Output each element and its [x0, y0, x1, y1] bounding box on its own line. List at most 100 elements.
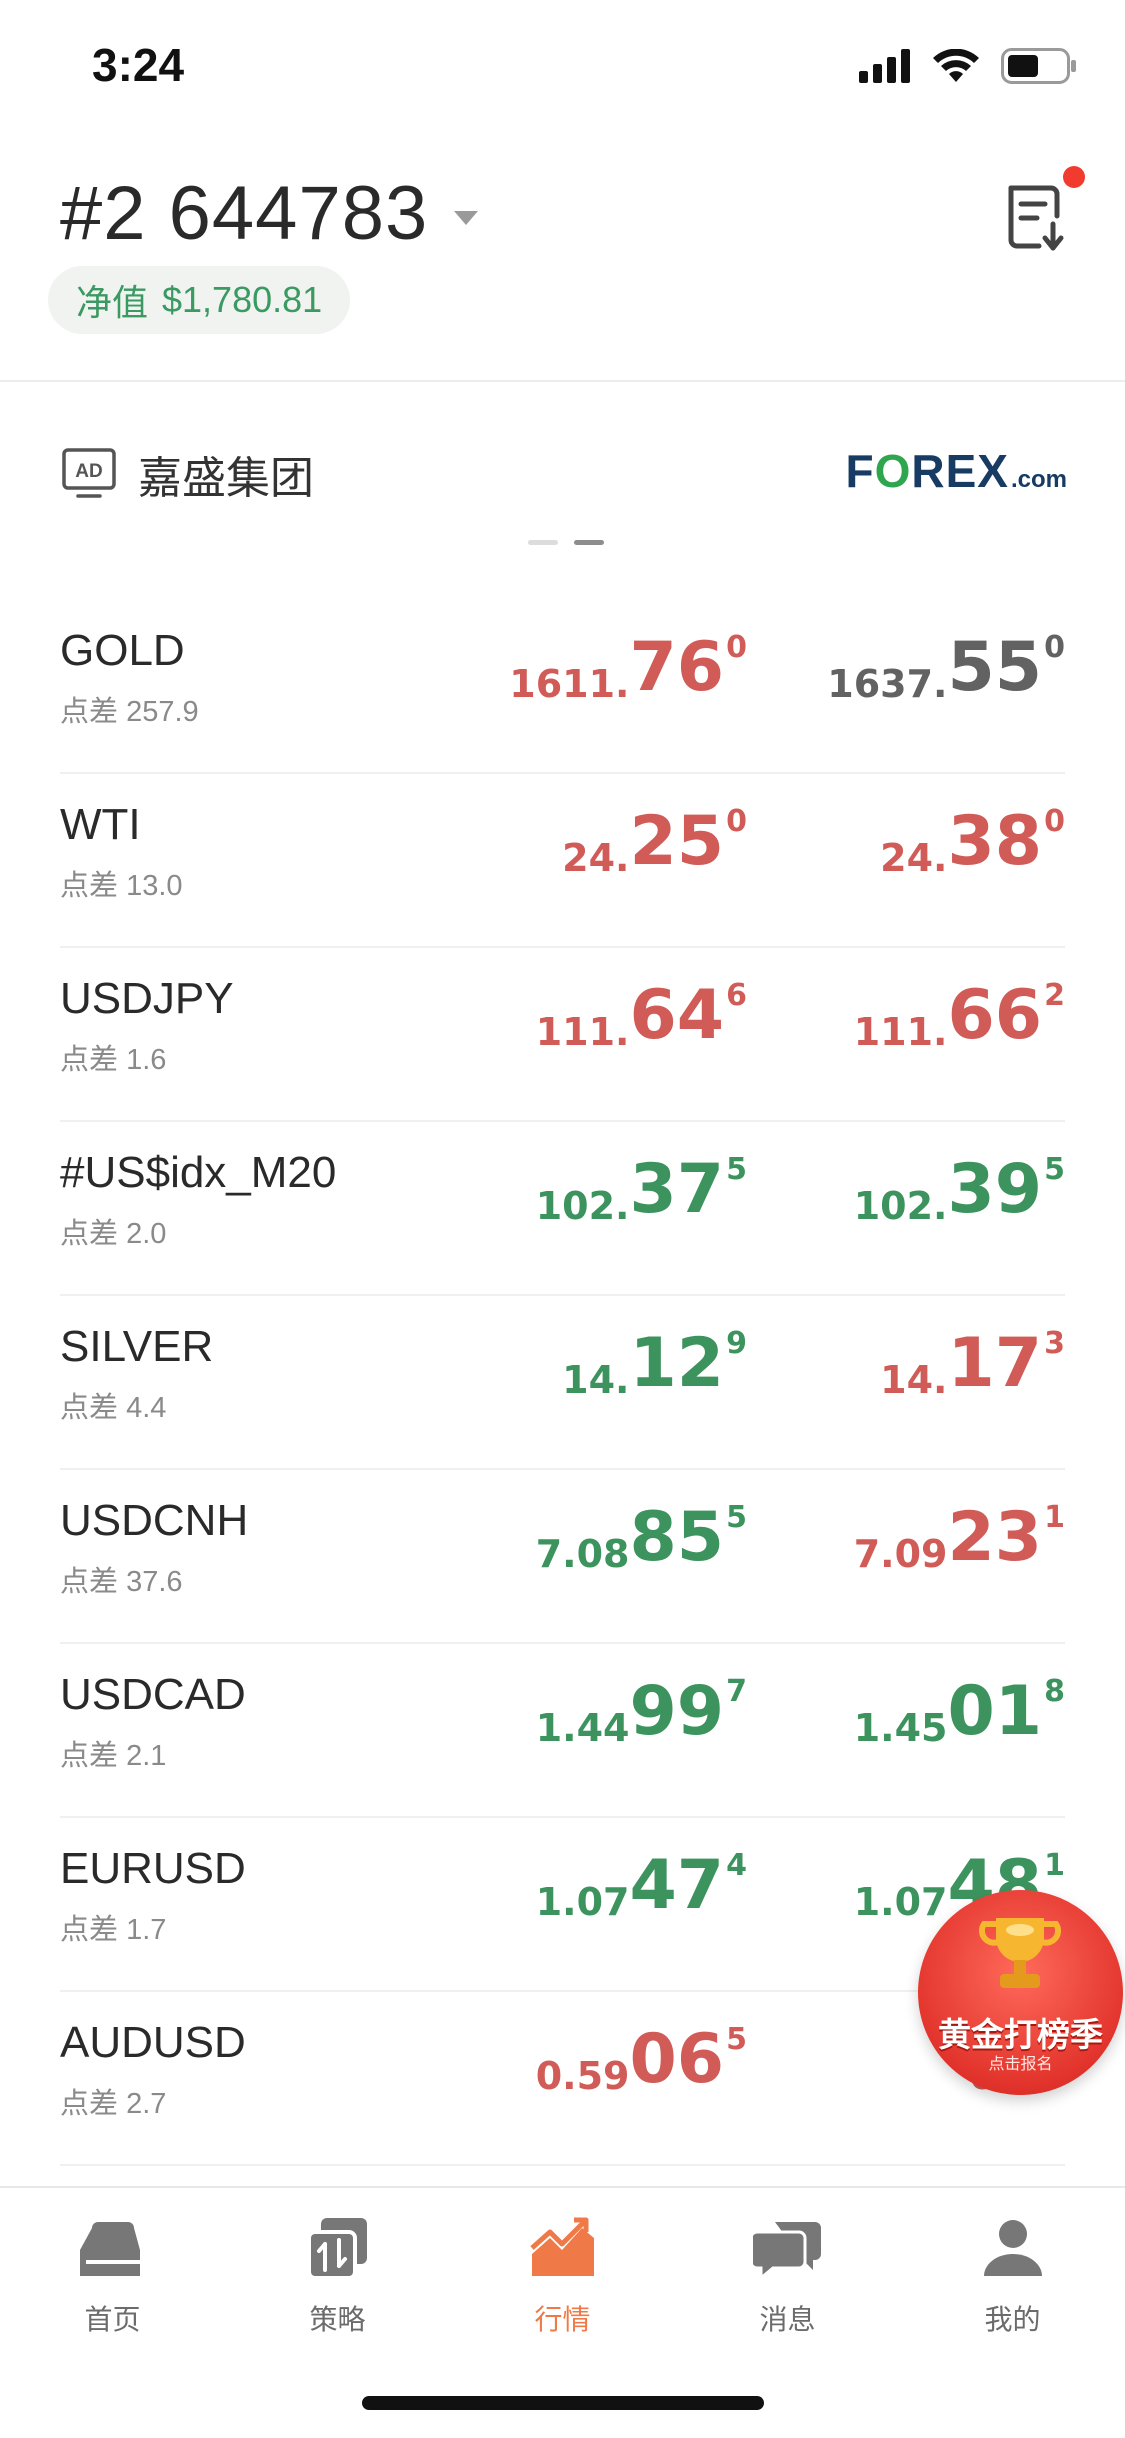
home-indicator	[362, 2396, 764, 2410]
bid-price[interactable]: 0.59 06 5	[536, 2018, 747, 2102]
ask-price-pre: 102.	[853, 1184, 948, 1228]
quote-row[interactable]: SILVER 点差 4.4 14. 12 9 14. 17 3	[60, 1296, 1065, 1470]
ask-price-sup: 2	[1044, 978, 1065, 1013]
ask-price-pre: 1637.	[827, 662, 948, 706]
ad-banner[interactable]: AD 嘉盛集团 F O REX .com	[0, 382, 1125, 582]
spread-value: 13.0	[126, 870, 183, 902]
tab-strategy-label[interactable]: 策略	[309, 2298, 365, 2338]
tab-messages-label[interactable]: 消息	[759, 2298, 815, 2338]
bid-price-pre: 7.08	[535, 1532, 630, 1576]
tab-messages[interactable]: 消息	[675, 2214, 900, 2338]
quote-spread: 点差 1.6	[60, 1036, 166, 1078]
bid-price[interactable]: 24. 25 0	[562, 800, 747, 884]
orders-document-icon[interactable]	[997, 176, 1077, 256]
ask-price-big: 23	[947, 1498, 1043, 1577]
promo-title[interactable]: 黄金打榜季	[918, 2008, 1123, 2056]
spread-value: 2.1	[126, 1740, 167, 1772]
spread-value: 2.7	[126, 2088, 167, 2120]
bid-price-pre: 102.	[535, 1184, 630, 1228]
ask-price[interactable]: 102. 39 5	[854, 1148, 1065, 1232]
quote-symbol[interactable]: AUDUSD	[60, 2018, 246, 2068]
equity-value: $1,780.81	[162, 279, 323, 320]
ask-price-big: 39	[947, 1150, 1043, 1229]
quote-spread: 点差 2.7	[60, 2080, 166, 2122]
quote-row[interactable]: GOLD 点差 257.9 1611. 76 0 1637. 55 0	[60, 600, 1065, 774]
logo-part-2: REX	[911, 445, 1009, 497]
tab-home[interactable]: 首页	[0, 2214, 225, 2338]
bid-price[interactable]: 1.44 99 7	[536, 1670, 747, 1754]
tab-home-label[interactable]: 首页	[84, 2298, 140, 2338]
ask-price-big: 55	[947, 628, 1043, 707]
ask-price-big: 01	[947, 1672, 1043, 1751]
quote-symbol[interactable]: WTI	[60, 800, 141, 850]
quote-symbol[interactable]: EURUSD	[60, 1844, 246, 1894]
ask-price-pre: 1.07	[853, 1880, 948, 1924]
quote-row[interactable]: AUDUSD 点差 2.7 0.590650.59	[60, 1992, 1065, 2166]
bid-price[interactable]: 7.08 85 5	[536, 1496, 747, 1580]
battery-icon	[1001, 48, 1076, 84]
quote-row[interactable]: USDJPY 点差 1.6 111. 64 6 111. 66 2	[60, 948, 1065, 1122]
account-selector[interactable]: #2 644783	[60, 170, 479, 257]
quote-spread: 点差 13.0	[60, 862, 183, 904]
spread-label: 点差	[60, 1392, 119, 1424]
ask-price[interactable]: 1637. 55 0	[827, 626, 1065, 710]
pager-dot-active	[574, 540, 604, 545]
bid-price[interactable]: 102. 37 5	[536, 1148, 747, 1232]
tab-market-label[interactable]: 行情	[534, 2298, 590, 2338]
bid-price-big: 47	[629, 1846, 725, 1925]
ask-price[interactable]: 7.09 23 1	[854, 1496, 1065, 1580]
quote-spread: 点差 4.4	[60, 1384, 166, 1426]
chevron-down-icon[interactable]	[454, 210, 479, 225]
quote-row[interactable]: #US$idx_M20 点差 2.0 102. 37 5 102. 39 5	[60, 1122, 1065, 1296]
quote-row[interactable]: EURUSD 点差 1.7 1.07 47 4 1.07 48 1	[60, 1818, 1065, 1992]
spread-label: 点差	[60, 1740, 119, 1772]
promo-subtitle[interactable]: 点击报名	[918, 2050, 1123, 2074]
orders-button[interactable]	[997, 166, 1085, 256]
ask-price-sup: 3	[1044, 1326, 1065, 1361]
home-icon[interactable]	[78, 2214, 148, 2284]
bid-price-pre: 14.	[562, 1358, 630, 1402]
ask-price[interactable]: 1.45 01 8	[854, 1670, 1065, 1754]
bid-price[interactable]: 1611. 76 0	[509, 626, 747, 710]
status-icons	[859, 48, 1077, 84]
messages-icon[interactable]	[752, 2214, 823, 2284]
bid-price[interactable]: 14. 12 9	[562, 1322, 747, 1406]
quote-row[interactable]: USDCNH 点差 37.6 7.08 85 5 7.09 23 1	[60, 1470, 1065, 1644]
ask-price-big: 38	[947, 802, 1043, 881]
quote-row[interactable]: USDCAD 点差 2.1 1.44 99 7 1.45 01 8	[60, 1644, 1065, 1818]
ask-price-big: 17	[947, 1324, 1043, 1403]
market-chart-icon[interactable]	[528, 2214, 598, 2284]
spread-value: 4.4	[126, 1392, 167, 1424]
bid-price[interactable]: 1.07 47 4	[536, 1844, 747, 1928]
quote-symbol[interactable]: USDCAD	[60, 1670, 246, 1720]
spread-value: 2.0	[126, 1218, 167, 1250]
quote-row[interactable]: WTI 点差 13.0 24. 25 0 24. 38 0	[60, 774, 1065, 948]
strategy-icon[interactable]	[303, 2214, 373, 2284]
ask-price[interactable]: 14. 17 3	[880, 1322, 1065, 1406]
tab-market[interactable]: 行情	[450, 2214, 675, 2338]
promo-badge[interactable]: 黄金打榜季 点击报名	[918, 1890, 1123, 2095]
profile-icon[interactable]	[978, 2214, 1048, 2284]
quote-spread: 点差 37.6	[60, 1558, 183, 1600]
signal-icon	[859, 49, 910, 83]
ad-company: 嘉盛集团	[138, 454, 314, 503]
tab-profile-label[interactable]: 我的	[984, 2298, 1040, 2338]
bid-price-big: 64	[629, 976, 725, 1055]
tab-profile[interactable]: 我的	[900, 2214, 1125, 2338]
pager-dot	[528, 540, 558, 545]
quote-symbol[interactable]: SILVER	[60, 1322, 213, 1372]
quote-symbol[interactable]: USDJPY	[60, 974, 234, 1024]
bid-price-pre: 1611.	[509, 662, 630, 706]
account-title[interactable]: #2 644783	[60, 170, 428, 257]
tab-strategy[interactable]: 策略	[225, 2214, 450, 2338]
bid-price[interactable]: 111. 64 6	[536, 974, 747, 1058]
ask-price-sup: 0	[1044, 630, 1065, 665]
quote-symbol[interactable]: USDCNH	[60, 1496, 248, 1546]
bid-price-big: 12	[629, 1324, 725, 1403]
ask-price-pre: 111.	[853, 1010, 948, 1054]
quote-symbol[interactable]: GOLD	[60, 626, 185, 676]
quote-symbol[interactable]: #US$idx_M20	[60, 1148, 336, 1198]
ask-price[interactable]: 111. 66 2	[854, 974, 1065, 1058]
bid-price-sup: 9	[726, 1326, 747, 1361]
ask-price[interactable]: 24. 38 0	[880, 800, 1065, 884]
